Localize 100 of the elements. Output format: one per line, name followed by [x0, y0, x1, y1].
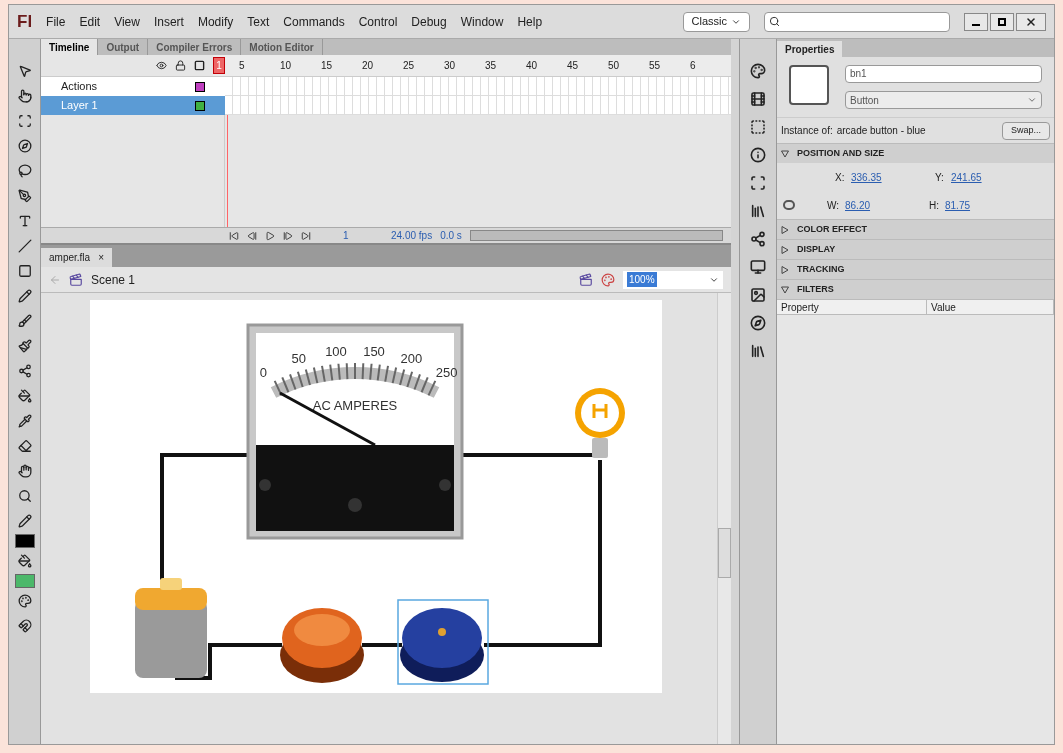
swap-button[interactable]: Swap...: [1002, 121, 1050, 140]
search-field[interactable]: [764, 11, 950, 32]
layer-name: Layer 1: [61, 98, 99, 114]
scale-label: 150: [363, 343, 385, 359]
swatches-icon[interactable]: [750, 91, 766, 107]
current-frame: 1: [343, 228, 383, 243]
h-label: H:: [929, 198, 940, 213]
menu-item[interactable]: Debug: [411, 12, 447, 31]
frame-rate: 24.00 fps: [391, 229, 433, 243]
component-inspector-icon[interactable]: [750, 287, 766, 303]
expand-icon: [781, 225, 789, 234]
layer-name: Actions: [61, 79, 99, 95]
arcade-button-drawing[interactable]: [400, 608, 484, 682]
close-tab-icon[interactable]: ×: [98, 250, 104, 265]
document-name: amper.fla: [49, 251, 91, 265]
expand-icon: [781, 265, 789, 274]
scale-label: 50: [291, 351, 306, 366]
motion-presets-icon[interactable]: [750, 231, 766, 247]
collapse-icon: [781, 285, 789, 294]
y-value: 241.65: [951, 170, 982, 185]
scene-name: Scene 1: [91, 271, 136, 289]
frame-number: 10: [280, 59, 293, 73]
button-symbol-icon: [789, 65, 829, 105]
color-icon[interactable]: [750, 63, 766, 79]
components-icon[interactable]: [750, 259, 766, 275]
expand-icon: [781, 245, 789, 254]
y-label: Y:: [935, 170, 945, 185]
x-label: X:: [835, 170, 846, 185]
light-bulb-drawing: [575, 388, 625, 458]
zoom-dropdown[interactable]: 100%: [623, 270, 723, 289]
vertical-scrollbar[interactable]: [717, 293, 731, 744]
workspace-dropdown[interactable]: Classic: [682, 11, 750, 32]
maximize-icon: [998, 17, 1006, 26]
properties-tab[interactable]: Properties: [777, 41, 843, 57]
app-logo: Fl: [17, 10, 33, 33]
first-frame-icon: [229, 230, 239, 241]
w-label: W:: [827, 198, 841, 213]
fill-color-swatch[interactable]: [14, 574, 35, 588]
panel-tab[interactable]: Timeline: [41, 39, 99, 55]
lock-proportions-icon[interactable]: [783, 200, 795, 210]
selection-box[interactable]: [397, 599, 489, 685]
frame-number: 45: [567, 59, 580, 73]
section-header[interactable]: TRACKING: [777, 259, 1054, 279]
document-tab[interactable]: amper.fla ×: [41, 248, 112, 267]
section-header[interactable]: FILTERS: [777, 279, 1054, 299]
maximize-button[interactable]: [990, 12, 1014, 31]
horizontal-scrollbar[interactable]: [469, 230, 723, 241]
transform-icon[interactable]: [750, 175, 766, 191]
menu-item[interactable]: Edit: [79, 12, 101, 31]
elapsed-time: 0.0 s: [440, 229, 462, 243]
minimize-button[interactable]: [964, 12, 988, 31]
dropdown-caret-icon: [1027, 95, 1037, 105]
close-button[interactable]: [1016, 12, 1046, 31]
scale-label: 200: [400, 351, 423, 366]
menu-item[interactable]: Control: [358, 12, 398, 31]
frame-number: 35: [485, 59, 498, 73]
column-header: Property: [777, 300, 927, 314]
menu-item[interactable]: File: [46, 12, 66, 31]
books-icon[interactable]: [750, 343, 766, 359]
menu-item[interactable]: Help: [517, 12, 543, 31]
section-header[interactable]: COLOR EFFECT: [777, 219, 1054, 239]
compass-icon[interactable]: [750, 315, 766, 331]
scale-label: 0: [259, 365, 267, 380]
edit-scene-icon: [579, 272, 593, 287]
menu-item[interactable]: Modify: [197, 12, 234, 31]
menu-item[interactable]: Commands: [283, 12, 345, 31]
w-value: 86.20: [845, 198, 872, 213]
menu-item[interactable]: Window: [460, 12, 504, 31]
back-arrow-icon: [49, 273, 61, 286]
menu-item[interactable]: Insert: [153, 12, 184, 31]
frame-number: 20: [362, 59, 375, 73]
symbol-type-dropdown[interactable]: Button: [845, 91, 1042, 109]
edit-symbol-icon: [601, 272, 615, 287]
outline-icon: [194, 60, 205, 71]
instance-name-field[interactable]: bn1: [845, 65, 1042, 83]
instance-symbol-name: arcade button - blue: [836, 124, 927, 138]
section-header[interactable]: DISPLAY: [777, 239, 1054, 259]
layer-row[interactable]: Actions: [41, 77, 225, 96]
column-header: Value: [927, 300, 1054, 314]
show-hide-icon: [156, 60, 167, 71]
scale-label: 250: [435, 365, 458, 380]
library-icon[interactable]: [750, 203, 766, 219]
stroke-color-swatch[interactable]: [14, 534, 35, 548]
previous-frame-icon: [247, 230, 257, 241]
last-frame-icon: [301, 230, 311, 241]
h-value: 81.75: [945, 198, 971, 213]
frame-number: 40: [526, 59, 539, 73]
collapse-icon: [781, 149, 789, 158]
meter-caption: AC AMPERES: [312, 398, 398, 413]
close-icon: [1025, 15, 1037, 28]
frame-number: 55: [649, 59, 662, 73]
menu-item[interactable]: View: [114, 12, 140, 31]
section-header[interactable]: POSITION AND SIZE: [777, 143, 1054, 163]
search-icon: [769, 16, 780, 27]
minimize-icon: [972, 23, 980, 26]
info-icon[interactable]: [750, 147, 766, 163]
align-icon[interactable]: [750, 119, 766, 135]
menu-item[interactable]: Text: [247, 12, 270, 31]
frame-number: 6: [690, 59, 697, 73]
scene-icon: [69, 272, 83, 287]
